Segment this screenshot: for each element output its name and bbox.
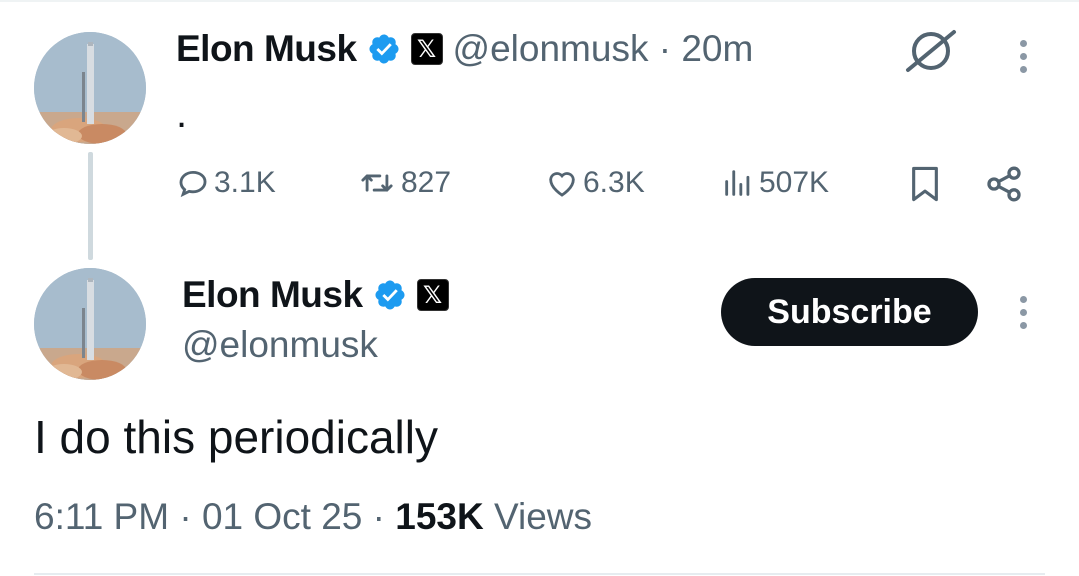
verified-icon xyxy=(375,280,405,310)
like-button[interactable]: 6.3K xyxy=(545,166,645,200)
more-icon[interactable] xyxy=(1016,40,1030,73)
handle-and-time: @elonmusk · 20m xyxy=(453,28,754,70)
views-button[interactable]: 507K xyxy=(721,166,829,200)
author-handle[interactable]: @elonmusk xyxy=(182,324,378,366)
separator-dot: · xyxy=(179,496,192,537)
reply-button[interactable]: 3.1K xyxy=(176,166,276,200)
avatar[interactable] xyxy=(34,32,146,144)
thread-connector xyxy=(88,152,93,260)
separator-dot: · xyxy=(658,28,672,69)
x-logo-icon: 𝕏 xyxy=(416,279,449,311)
tweet-meta: 6:11 PM · 01 Oct 25 · 153K Views xyxy=(34,496,592,538)
tweet-time[interactable]: 6:11 PM xyxy=(34,496,169,537)
parent-tweet-header: Elon Musk 𝕏 @elonmusk · 20m xyxy=(176,28,753,70)
author-name[interactable]: Elon Musk xyxy=(176,28,357,70)
separator-dot: · xyxy=(372,496,385,537)
tweet-text: I do this periodically xyxy=(34,411,438,463)
view-count: 507K xyxy=(759,166,830,199)
views-label: Views xyxy=(494,496,593,537)
author-name[interactable]: Elon Musk xyxy=(182,274,363,316)
timestamp[interactable]: 20m xyxy=(681,28,753,69)
reply-icon xyxy=(179,170,207,198)
like-icon xyxy=(549,172,575,197)
like-count: 6.3K xyxy=(583,166,645,199)
more-icon[interactable] xyxy=(1016,296,1030,329)
bookmark-icon[interactable] xyxy=(908,164,942,209)
main-tweet-header: Elon Musk 𝕏 xyxy=(182,274,449,316)
reply-count: 3.1K xyxy=(214,166,276,199)
avatar[interactable] xyxy=(34,268,146,380)
tweet-text: . xyxy=(176,92,188,136)
repost-button[interactable]: 827 xyxy=(357,166,451,200)
views-icon xyxy=(725,170,750,196)
subscribe-button[interactable]: Subscribe xyxy=(721,278,978,346)
grok-icon[interactable] xyxy=(904,26,958,81)
repost-count: 827 xyxy=(401,166,452,199)
x-logo-icon: 𝕏 xyxy=(410,33,443,65)
tweet-date[interactable]: 01 Oct 25 xyxy=(202,496,362,537)
share-icon[interactable] xyxy=(984,164,1024,209)
verified-icon xyxy=(369,34,399,64)
views-count: 153K xyxy=(395,496,484,537)
top-divider xyxy=(0,0,1079,2)
bottom-divider xyxy=(34,573,1045,575)
author-handle[interactable]: @elonmusk xyxy=(453,28,649,69)
repost-icon xyxy=(361,174,393,192)
